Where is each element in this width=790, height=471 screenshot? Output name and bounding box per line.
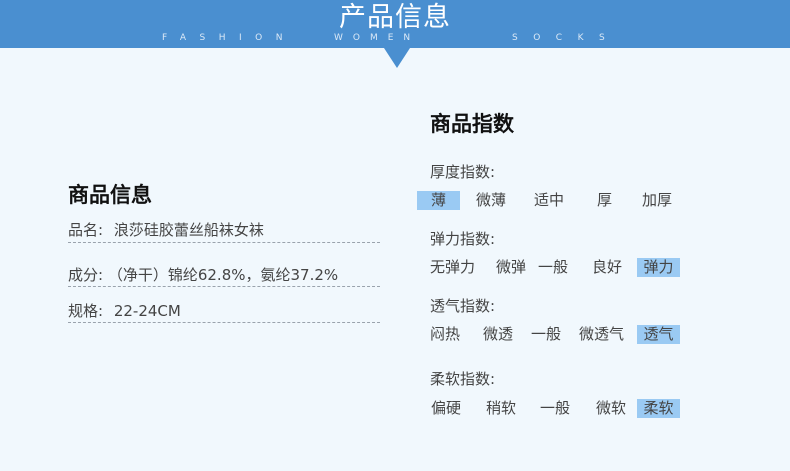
info-row-composition: 成分: （净干）锦纶62.8%，氨纶37.2% [68, 264, 338, 286]
thickness-option-extra-thick: 加厚 [642, 191, 673, 209]
softness-option-soft: 柔软 [637, 399, 680, 418]
breathability-option-breathable: 透气 [637, 325, 680, 344]
thickness-option-medium: 适中 [534, 191, 565, 209]
elasticity-index-label: 弹力指数: [430, 230, 496, 248]
info-label: 成分: [68, 266, 104, 284]
thickness-option-thick: 厚 [597, 191, 613, 209]
softness-option-hard: 偏硬 [431, 399, 462, 417]
info-label: 规格: [68, 302, 104, 320]
info-row-name: 品名: 浪莎硅胶蕾丝船袜女袜 [68, 219, 264, 241]
divider [68, 322, 380, 323]
thickness-option-slightly-thin: 微薄 [476, 191, 507, 209]
softness-option-slightly-soft: 稍软 [486, 399, 517, 417]
info-row-size: 规格: 22-24CM [68, 300, 181, 322]
product-index-title: 商品指数 [430, 112, 514, 136]
info-value: （净干）锦纶62.8%，氨纶37.2% [107, 266, 339, 284]
info-value: 浪莎硅胶蕾丝船袜女袜 [113, 221, 264, 239]
elasticity-option-none: 无弹力 [430, 258, 476, 276]
banner-subtitle-women: WOMEN [334, 33, 421, 43]
banner-subtitle-fashion: FASHION [162, 33, 296, 43]
breathability-option-slight: 微透 [483, 325, 514, 343]
header-banner: 产品信息 FASHION WOMEN SOCKS [0, 0, 790, 48]
banner-title: 产品信息 [339, 2, 451, 33]
elasticity-option-good: 良好 [592, 258, 623, 276]
divider [68, 242, 380, 243]
thickness-index-label: 厚度指数: [430, 163, 496, 181]
breathability-index-label: 透气指数: [430, 297, 496, 315]
info-label: 品名: [68, 221, 104, 239]
softness-option-normal: 一般 [540, 399, 571, 417]
breathability-option-slightly-breathable: 微透气 [579, 325, 625, 343]
breathability-option-stuffy: 闷热 [430, 325, 461, 343]
banner-subtitle-socks: SOCKS [512, 33, 621, 43]
elasticity-option-normal: 一般 [538, 258, 569, 276]
divider [68, 286, 380, 287]
softness-index-label: 柔软指数: [430, 370, 496, 388]
softness-option-soft-ish: 微软 [596, 399, 627, 417]
elasticity-option-elastic: 弹力 [637, 258, 680, 277]
product-info-title: 商品信息 [68, 183, 152, 207]
breathability-option-normal: 一般 [531, 325, 562, 343]
thickness-option-thin: 薄 [417, 191, 460, 210]
banner-pointer [384, 48, 410, 68]
info-value: 22-24CM [113, 302, 181, 320]
elasticity-option-slight: 微弹 [496, 258, 527, 276]
